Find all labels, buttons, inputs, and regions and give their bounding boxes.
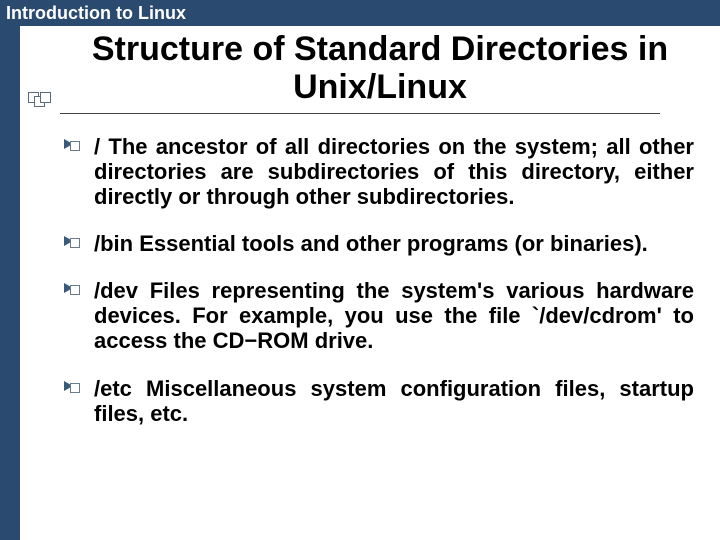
list-item: /bin Essential tools and other programs … [64, 231, 694, 256]
side-bar [0, 26, 20, 540]
list-item-text: / The ancestor of all directories on the… [94, 134, 694, 209]
title-accent-icon [28, 92, 58, 107]
list-item-text: /etc Miscellaneous system configuration … [94, 376, 694, 426]
content-list: / The ancestor of all directories on the… [64, 134, 694, 448]
bullet-icon [64, 139, 80, 153]
list-item-text: /dev Files representing the system's var… [94, 278, 694, 353]
list-item: /dev Files representing the system's var… [64, 278, 694, 353]
list-item-text: /bin Essential tools and other programs … [94, 231, 648, 256]
bullet-icon [64, 381, 80, 395]
header-bar: Introduction to Linux [0, 0, 720, 26]
title-underline [60, 113, 660, 114]
bullet-icon [64, 283, 80, 297]
list-item: /etc Miscellaneous system configuration … [64, 376, 694, 426]
bullet-icon [64, 236, 80, 250]
slide-title: Structure of Standard Directories in Uni… [60, 30, 700, 106]
list-item: / The ancestor of all directories on the… [64, 134, 694, 209]
header-title: Introduction to Linux [6, 3, 186, 23]
slide: Introduction to Linux Structure of Stand… [0, 0, 720, 540]
